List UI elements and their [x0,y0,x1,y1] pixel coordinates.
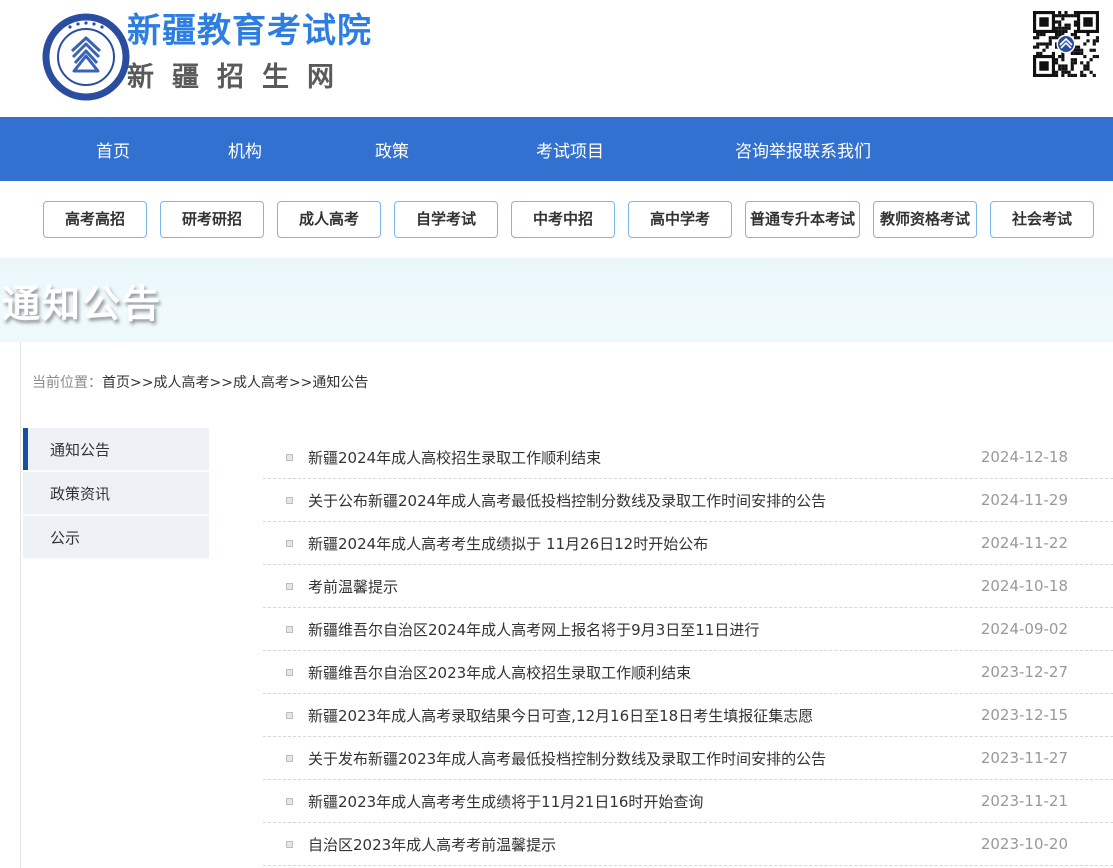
section-banner: 通知公告 [0,258,1113,342]
sidebar-menu-item[interactable]: 公示 [23,516,209,560]
notice-title: 新疆2024年成人高考考生成绩拟于 11月26日12时开始公布 [308,533,981,554]
main-nav-item[interactable]: 咨询举报 [735,137,803,162]
notice-date: 2024-10-18 [981,577,1068,595]
breadcrumb: 当前位置：首页>>成人高考>>成人高考>>通知公告 [21,342,1113,392]
category-button[interactable]: 高考高招 [43,201,147,238]
category-button[interactable]: 高中学考 [628,201,732,238]
notice-title: 自治区2023年成人高考考前温馨提示 [308,834,981,855]
breadcrumb-link[interactable]: 成人高考 [233,375,289,391]
notice-list-item[interactable]: 自治区2023年成人高考考前温馨提示 2023-10-20 [263,823,1113,866]
breadcrumb-separator: >> [209,375,232,391]
notice-list-item[interactable]: 关于发布新疆2023年成人高考最低投档控制分数线及录取工作时间安排的公告 202… [263,737,1113,780]
breadcrumb-separator: >> [289,375,312,391]
main-nav-item[interactable]: 联系我们 [803,137,871,162]
main-nav-item[interactable]: 考试项目 [536,137,604,162]
content-area: 当前位置：首页>>成人高考>>成人高考>>通知公告 通知公告 政策资讯 公示 新… [20,342,1113,868]
site-subtitle: 新疆招生网 [127,55,372,94]
notice-date: 2023-11-27 [981,749,1068,767]
notice-title: 新疆2023年成人高考录取结果今日可查,12月16日至18日考生填报征集志愿 [308,705,981,726]
notice-list-item[interactable]: 新疆2023年成人高考考生成绩将于11月21日16时开始查询 2023-11-2… [263,780,1113,823]
notice-date: 2023-10-20 [981,835,1068,853]
category-button[interactable]: 教师资格考试 [873,201,977,238]
notice-date: 2023-12-27 [981,663,1068,681]
notice-list-item[interactable]: 新疆维吾尔自治区2023年成人高校招生录取工作顺利结束 2023-12-27 [263,651,1113,694]
notice-title: 考前温馨提示 [308,576,981,597]
emblem-icon [42,11,130,103]
square-bullet-icon [286,712,293,719]
main-nav-item[interactable]: 政策 [375,137,409,162]
square-bullet-icon [286,497,293,504]
square-bullet-icon [286,669,293,676]
site-logo-icon[interactable] [42,11,130,103]
notice-date: 2024-09-02 [981,620,1068,638]
breadcrumb-label: 当前位置： [32,375,102,391]
main-nav-item[interactable]: 机构 [228,137,262,162]
site-title: 新疆教育考试院 [127,13,372,50]
square-bullet-icon [286,798,293,805]
notice-list-item[interactable]: 新疆2024年成人高考考生成绩拟于 11月26日12时开始公布 2024-11-… [263,522,1113,565]
square-bullet-icon [286,454,293,461]
sidebar-menu-item[interactable]: 政策资讯 [23,472,209,516]
category-button[interactable]: 社会考试 [990,201,1094,238]
notice-title: 新疆2023年成人高考考生成绩将于11月21日16时开始查询 [308,791,981,812]
square-bullet-icon [286,755,293,762]
site-title-block: 新疆教育考试院 新疆招生网 [127,13,372,94]
notice-date: 2024-12-18 [981,448,1068,466]
sidebar-menu-item-label: 通知公告 [50,441,110,459]
category-button[interactable]: 中考中招 [511,201,615,238]
square-bullet-icon [286,626,293,633]
category-button[interactable]: 自学考试 [394,201,498,238]
notice-date: 2023-11-21 [981,792,1068,810]
notice-date: 2024-11-22 [981,534,1068,552]
category-button[interactable]: 研考研招 [160,201,264,238]
notice-list-item[interactable]: 新疆2023年成人高考录取结果今日可查,12月16日至18日考生填报征集志愿 2… [263,694,1113,737]
breadcrumb-link[interactable]: 成人高考 [153,375,209,391]
notice-list-item[interactable]: 考前温馨提示 2024-10-18 [263,565,1113,608]
notice-list: 新疆2024年成人高校招生录取工作顺利结束 2024-12-18 关于公布新疆2… [263,436,1113,866]
square-bullet-icon [286,583,293,590]
sidebar-menu-item-label: 政策资讯 [50,485,110,503]
square-bullet-icon [286,540,293,547]
site-header: 新疆教育考试院 新疆招生网 [0,0,1113,117]
notice-list-item[interactable]: 新疆维吾尔自治区2024年成人高考网上报名将于9月3日至11日进行 2024-0… [263,608,1113,651]
sidebar-menu: 通知公告 政策资讯 公示 [23,428,209,560]
section-banner-title: 通知公告 [0,273,162,328]
notice-date: 2024-11-29 [981,491,1068,509]
main-nav-item[interactable]: 首页 [96,137,130,162]
notice-title: 新疆维吾尔自治区2024年成人高考网上报名将于9月3日至11日进行 [308,619,981,640]
sidebar-menu-item[interactable]: 通知公告 [23,428,209,472]
category-button[interactable]: 普通专升本考试 [745,201,860,238]
breadcrumb-separator: >> [130,375,153,391]
main-navigation: 首页 机构 政策 考试项目 咨询举报 联系我们 [0,117,1113,181]
notice-title: 新疆维吾尔自治区2023年成人高校招生录取工作顺利结束 [308,662,981,683]
breadcrumb-link[interactable]: 首页 [102,375,130,391]
breadcrumb-link[interactable]: 通知公告 [312,375,368,391]
category-button[interactable]: 成人高考 [277,201,381,238]
square-bullet-icon [286,841,293,848]
category-navigation: 高考高招 研考研招 成人高考 自学考试 中考中招 高中学考 普通专升本考试 教师… [0,181,1113,258]
notice-date: 2023-12-15 [981,706,1068,724]
wechat-qr-code [1033,11,1099,77]
notice-title: 新疆2024年成人高校招生录取工作顺利结束 [308,447,981,468]
notice-title: 关于公布新疆2024年成人高考最低投档控制分数线及录取工作时间安排的公告 [308,490,981,511]
notice-list-item[interactable]: 新疆2024年成人高校招生录取工作顺利结束 2024-12-18 [263,436,1113,479]
notice-list-item[interactable]: 关于公布新疆2024年成人高考最低投档控制分数线及录取工作时间安排的公告 202… [263,479,1113,522]
notice-title: 关于发布新疆2023年成人高考最低投档控制分数线及录取工作时间安排的公告 [308,748,981,769]
sidebar-menu-item-label: 公示 [50,529,80,547]
